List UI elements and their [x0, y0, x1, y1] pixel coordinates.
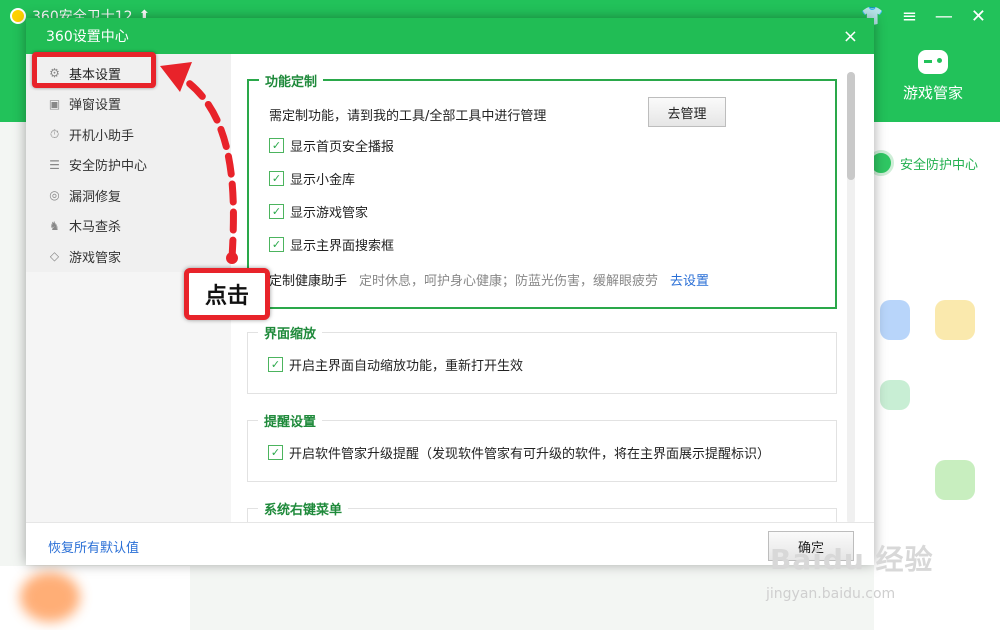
baidu-watermark: Baidu 经验 [770, 543, 934, 576]
click-callout: 点击 [184, 268, 270, 320]
baidu-watermark-url: jingyan.baidu.com [766, 586, 896, 602]
annotation-arrow [160, 62, 238, 264]
